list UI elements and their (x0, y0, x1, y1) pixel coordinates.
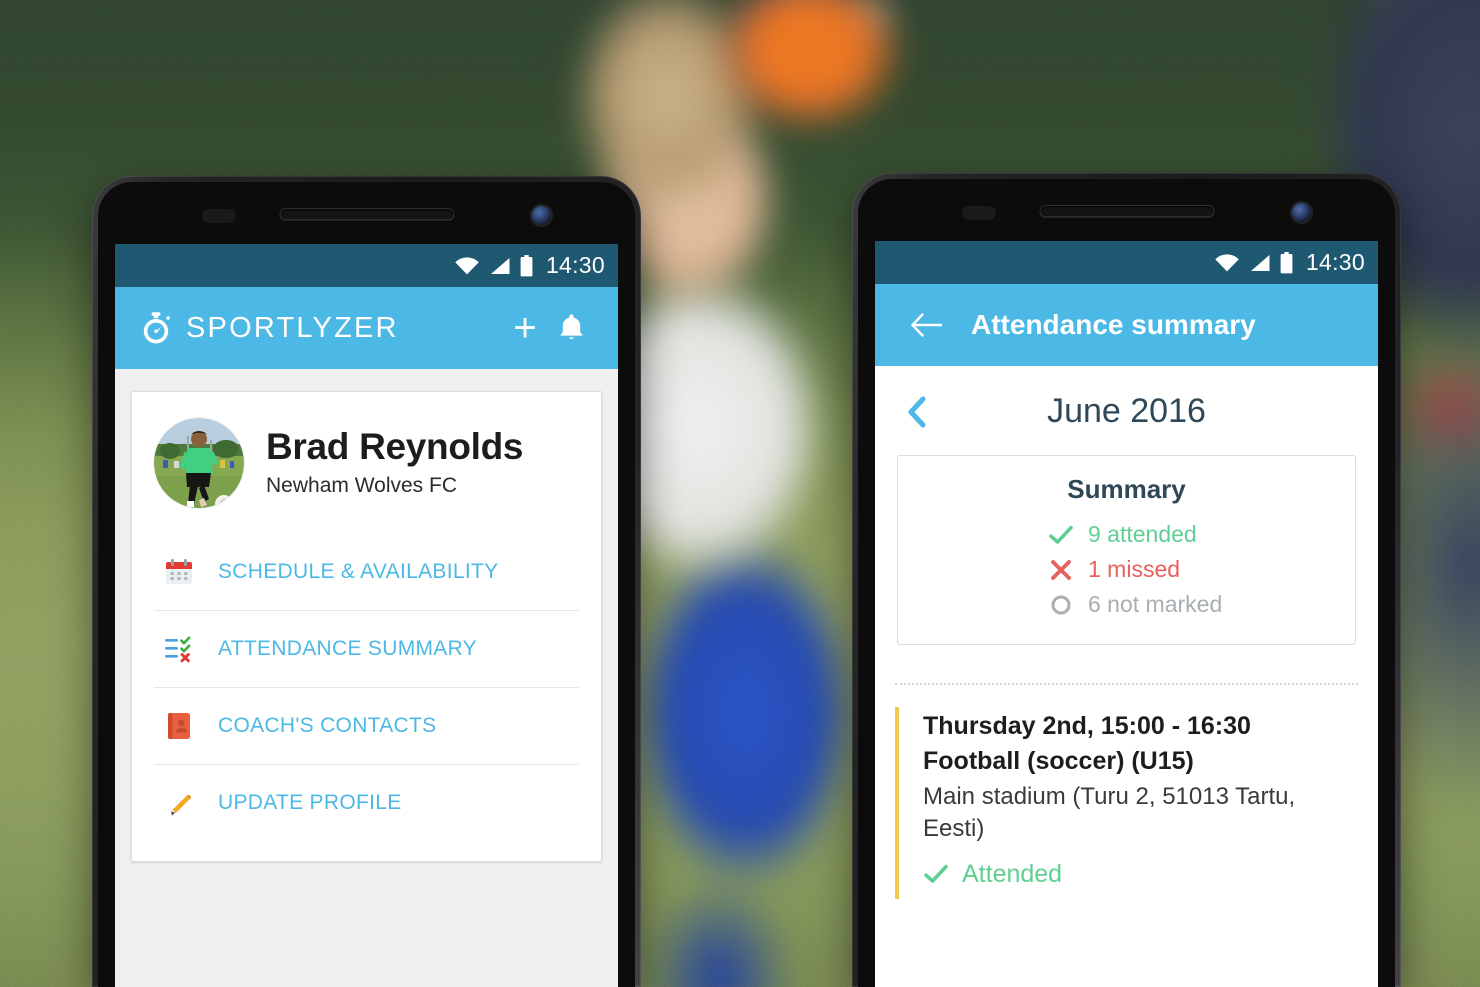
profile-name: Brad Reynolds (266, 426, 524, 468)
section-divider (895, 683, 1358, 685)
stopwatch-icon (143, 312, 171, 344)
phone-left-bezel: 14:30 SPORTLYZER + Brad Reynolds Newham … (98, 182, 635, 987)
plus-icon: + (513, 306, 537, 350)
menu-item-attendance-summary[interactable]: ATTENDANCE SUMMARY (154, 610, 579, 687)
event-location: Main stadium (Turu 2, 51013 Tartu, Eesti… (923, 783, 1296, 843)
proximity-sensor (202, 209, 236, 223)
profile-card: Brad Reynolds Newham Wolves FC SCHEDULE … (131, 391, 602, 862)
signal-icon (1250, 254, 1270, 271)
address-book-icon (162, 709, 196, 743)
right-page-body: June 2016 Summary 9 attended 1 missed 6 … (875, 366, 1378, 987)
wifi-icon (1215, 253, 1239, 271)
right-app-bar: Attendance summary (875, 284, 1378, 366)
phone-right-bezel: 14:30 Attendance summary June 2016 Summa… (858, 179, 1395, 987)
chevron-left-icon (908, 396, 926, 427)
month-nav: June 2016 (875, 366, 1378, 439)
profile-team: Newham Wolves FC (266, 473, 457, 497)
earpiece-speaker (279, 208, 454, 220)
left-status-clock: 14:30 (545, 252, 605, 278)
summary-card: Summary 9 attended 1 missed 6 not marked (897, 455, 1356, 645)
phone-left: 14:30 SPORTLYZER + Brad Reynolds Newham … (92, 176, 641, 987)
circle-icon (1048, 594, 1074, 616)
notifications-button[interactable] (548, 305, 594, 351)
menu-item-label: COACH'S CONTACTS (218, 714, 437, 737)
app-brand: SPORTLYZER (139, 311, 399, 345)
phone-right: 14:30 Attendance summary June 2016 Summa… (852, 173, 1401, 987)
event-item[interactable]: Thursday 2nd, 15:00 - 16:30 Football (so… (895, 707, 1378, 899)
menu-item-update-profile[interactable]: UPDATE PROFILE (154, 764, 579, 841)
right-status-bar: 14:30 (875, 241, 1378, 284)
menu-item-schedule[interactable]: SCHEDULE & AVAILABILITY (154, 534, 579, 610)
summary-row-label: 9 attended (1088, 521, 1197, 547)
cross-icon (1048, 559, 1074, 581)
left-status-bar: 14:30 (115, 244, 618, 287)
wifi-icon (455, 256, 479, 274)
summary-row-label: 6 not marked (1088, 591, 1223, 617)
menu-item-label: ATTENDANCE SUMMARY (218, 637, 477, 660)
proximity-sensor (962, 206, 996, 220)
month-label: June 2016 (1047, 392, 1206, 430)
summary-row-attended: 9 attended (1048, 517, 1355, 552)
arrow-left-icon (911, 313, 942, 337)
summary-row-label: 1 missed (1088, 556, 1181, 582)
checklist-icon (162, 632, 196, 666)
prev-month-button[interactable] (895, 396, 939, 428)
app-brand-name: SPORTLYZER (186, 311, 399, 344)
back-button[interactable] (903, 302, 949, 348)
event-activity: Football (soccer) (U15) (923, 747, 1194, 775)
menu-item-label: UPDATE PROFILE (218, 791, 402, 814)
bell-icon (559, 314, 583, 339)
profile-header: Brad Reynolds Newham Wolves FC (154, 418, 579, 518)
check-icon (1048, 525, 1074, 545)
left-page-body: Brad Reynolds Newham Wolves FC SCHEDULE … (115, 391, 618, 987)
add-button[interactable]: + (502, 305, 548, 351)
front-camera-lens (532, 206, 551, 225)
pencil-icon (162, 786, 196, 820)
menu-item-coachs-contacts[interactable]: COACH'S CONTACTS (154, 687, 579, 764)
profile-menu: SCHEDULE & AVAILABILITY ATTENDANCE SUMMA… (154, 534, 579, 841)
battery-icon (520, 254, 533, 276)
page-title: Attendance summary (971, 309, 1256, 340)
battery-icon (1280, 251, 1293, 273)
menu-item-label: SCHEDULE & AVAILABILITY (218, 560, 499, 583)
appbar-back-area: Attendance summary (899, 302, 1256, 348)
left-phone-screen: 14:30 SPORTLYZER + Brad Reynolds Newham … (115, 244, 618, 987)
front-camera-lens (1292, 203, 1311, 222)
check-icon (923, 864, 949, 884)
avatar (154, 418, 244, 508)
summary-row-not-marked: 6 not marked (1048, 587, 1355, 622)
summary-title: Summary (1067, 474, 1186, 504)
event-status: Attended (923, 860, 1356, 889)
signal-icon (490, 257, 510, 274)
profile-text: Brad Reynolds Newham Wolves FC (266, 426, 524, 498)
left-app-bar: SPORTLYZER + (115, 287, 618, 369)
right-status-clock: 14:30 (1305, 249, 1365, 275)
event-datetime: Thursday 2nd, 15:00 - 16:30 (923, 712, 1251, 740)
event-status-label: Attended (962, 859, 1063, 888)
summary-row-missed: 1 missed (1048, 552, 1355, 587)
earpiece-speaker (1039, 205, 1214, 217)
calendar-icon (162, 555, 196, 589)
avatar-photo (154, 418, 244, 508)
right-phone-screen: 14:30 Attendance summary June 2016 Summa… (875, 241, 1378, 987)
